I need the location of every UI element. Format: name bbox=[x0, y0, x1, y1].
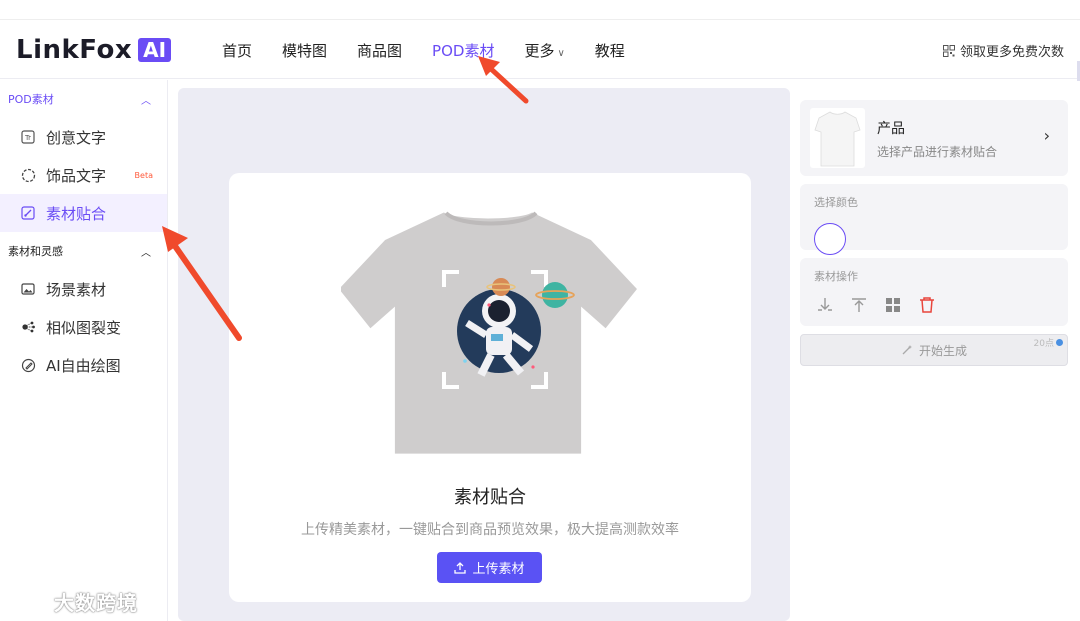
chevron-up-icon: ︿ bbox=[141, 247, 151, 259]
sidebar-item-label: 相似图裂变 bbox=[46, 318, 122, 337]
nav-tutorial[interactable]: 教程 bbox=[595, 40, 625, 61]
align-top-icon[interactable] bbox=[848, 294, 870, 316]
watermark-logo-icon bbox=[10, 591, 51, 611]
watermark-text: 大数跨境 bbox=[54, 591, 138, 615]
material-ops-panel: 素材操作 bbox=[800, 258, 1068, 326]
sidebar-group-pod[interactable]: POD素材 ︿ bbox=[0, 80, 167, 118]
linkfox-logo[interactable]: LinkFox AI bbox=[16, 35, 172, 65]
tile-grid-icon[interactable] bbox=[882, 294, 904, 316]
upload-material-label: 上传素材 bbox=[472, 562, 525, 577]
ops-toolbar bbox=[814, 294, 1054, 316]
logo-ai-badge: AI bbox=[138, 38, 172, 62]
beta-badge: Beta bbox=[134, 170, 153, 180]
ops-label: 素材操作 bbox=[814, 270, 858, 283]
sidebar-item-label: AI自由绘图 bbox=[46, 356, 121, 375]
logo-text: LinkFox bbox=[16, 35, 133, 65]
chevron-up-icon: ︿ bbox=[141, 95, 151, 107]
sidebar-item-material-fit[interactable]: 素材贴合 bbox=[0, 194, 167, 232]
nav-home[interactable]: 首页 bbox=[222, 40, 252, 61]
sidebar-group-pod-label: POD素材 bbox=[8, 93, 54, 106]
product-thumbnail bbox=[810, 108, 865, 168]
pen-icon bbox=[20, 357, 36, 373]
color-label: 选择颜色 bbox=[814, 196, 858, 209]
sidebar-group-inspiration[interactable]: 素材和灵感 ︿ bbox=[0, 232, 167, 270]
svg-text:Tr: Tr bbox=[24, 134, 31, 142]
share-icon bbox=[20, 319, 36, 335]
top-header: LinkFox AI 首页 模特图 商品图 POD素材 更多 ∨ 教程 领取更多免… bbox=[0, 21, 1080, 81]
color-swatch-white[interactable] bbox=[814, 223, 846, 255]
start-generate-label: 开始生成 bbox=[918, 343, 967, 358]
cost-label: 20点 bbox=[1033, 339, 1054, 349]
sidebar-item-label: 创意文字 bbox=[46, 128, 107, 147]
card-title: 素材贴合 bbox=[454, 487, 526, 508]
cost-badge: 20点 bbox=[1034, 336, 1063, 349]
upload-icon bbox=[454, 561, 467, 574]
align-bottom-icon[interactable] bbox=[814, 294, 836, 316]
nav-product-image[interactable]: 商品图 bbox=[357, 40, 402, 61]
start-generate-button[interactable]: 开始生成 20点 bbox=[800, 334, 1068, 366]
chevron-right-icon: › bbox=[1043, 126, 1050, 145]
browser-top-strip bbox=[0, 0, 1080, 20]
watermark: 大数跨境 bbox=[8, 587, 138, 616]
sidebar-item-creative-text[interactable]: Tr 创意文字 bbox=[0, 118, 167, 156]
sidebar-item-label: 素材贴合 bbox=[46, 204, 107, 223]
text-box-icon: Tr bbox=[20, 129, 36, 145]
card-description: 上传精美素材，一键贴合到商品预览效果，极大提高测款效率 bbox=[301, 522, 679, 538]
free-credits-label: 领取更多免费次数 bbox=[959, 45, 1064, 60]
main-nav: 首页 模特图 商品图 POD素材 更多 ∨ 教程 bbox=[222, 21, 655, 79]
free-credits-link[interactable]: 领取更多免费次数 bbox=[942, 41, 1064, 60]
sidebar: POD素材 ︿ Tr 创意文字 饰品文字 Beta 素材贴合 素材和灵感 ︿ 场… bbox=[0, 80, 168, 621]
sidebar-item-label: 场景素材 bbox=[46, 280, 107, 299]
right-panel: 产品 选择产品进行素材贴合 › 选择颜色 素材操作 开始生成 20点 bbox=[800, 100, 1068, 366]
delete-trash-icon[interactable] bbox=[916, 294, 938, 316]
product-name: 产品 bbox=[877, 121, 905, 137]
product-subtitle: 选择产品进行素材贴合 bbox=[877, 145, 998, 159]
material-fit-card: 素材贴合 上传精美素材，一键贴合到商品预览效果，极大提高测款效率 上传素材 bbox=[229, 173, 751, 602]
nav-pod-material[interactable]: POD素材 bbox=[432, 40, 494, 61]
color-panel: 选择颜色 bbox=[800, 184, 1068, 255]
image-icon bbox=[20, 281, 36, 297]
sidebar-item-label: 饰品文字 bbox=[46, 166, 107, 185]
sidebar-item-jewelry-text[interactable]: 饰品文字 Beta bbox=[0, 156, 167, 194]
tshirt-preview-image bbox=[341, 211, 637, 454]
coin-icon bbox=[1056, 339, 1063, 346]
qr-code-icon bbox=[942, 44, 955, 57]
brush-icon bbox=[20, 205, 36, 221]
nav-more-label: 更多 bbox=[524, 41, 555, 60]
sidebar-item-ai-drawing[interactable]: AI自由绘图 bbox=[0, 346, 167, 384]
sidebar-group-inspiration-label: 素材和灵感 bbox=[8, 245, 63, 258]
nav-model-image[interactable]: 模特图 bbox=[282, 40, 327, 61]
upload-material-button[interactable]: 上传素材 bbox=[437, 552, 542, 583]
sidebar-item-scene-material[interactable]: 场景素材 bbox=[0, 270, 167, 308]
magic-wand-icon bbox=[901, 344, 913, 356]
nav-more[interactable]: 更多 ∨ bbox=[524, 40, 564, 61]
product-selector[interactable]: 产品 选择产品进行素材贴合 › bbox=[800, 100, 1068, 176]
chevron-down-icon: ∨ bbox=[557, 47, 565, 59]
sidebar-item-similar-image[interactable]: 相似图裂变 bbox=[0, 308, 167, 346]
dashed-circle-icon bbox=[20, 167, 36, 183]
